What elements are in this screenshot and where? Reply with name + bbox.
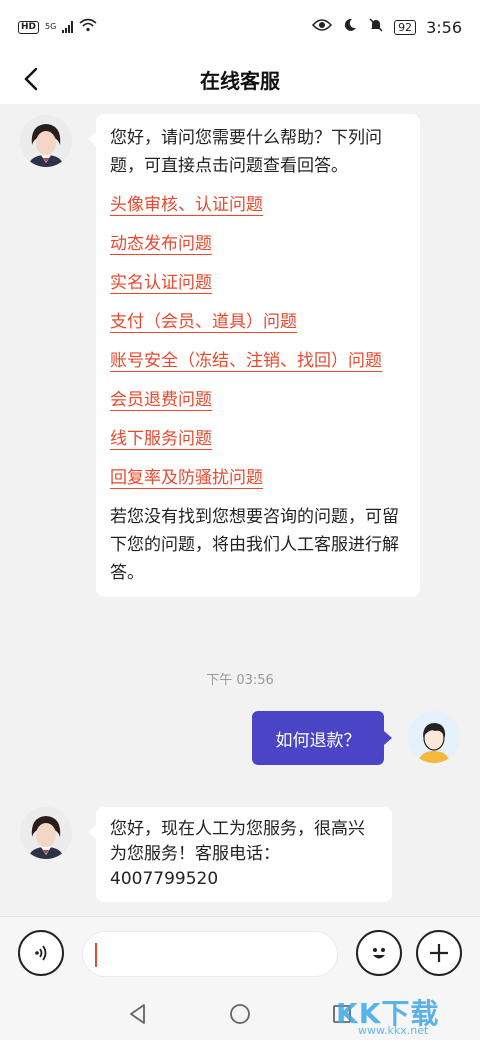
watermark-url: www.kkx.net — [358, 1024, 429, 1037]
agent-avatar — [20, 115, 72, 167]
voice-icon — [35, 945, 47, 961]
status-bar: HD 5G 92 3:56 — [0, 0, 480, 54]
agent-message-bubble: 您好，请问您需要什么帮助？下列问题，可直接点击问题查看回答。 头像审核、认证问题… — [88, 114, 420, 597]
page-title: 在线客服 — [200, 68, 280, 93]
chat-area[interactable]: 您好，请问您需要什么帮助？下列问题，可直接点击问题查看回答。 头像审核、认证问题… — [0, 104, 480, 916]
message-input[interactable] — [82, 931, 338, 977]
user-message-bubble: 如何退款？ — [252, 711, 392, 765]
input-bar — [0, 916, 480, 988]
nav-back-button[interactable] — [126, 1002, 150, 1026]
back-button[interactable] — [16, 64, 46, 94]
header: 在线客服 — [0, 54, 480, 104]
clock: 3:56 — [426, 17, 462, 37]
faq-link[interactable]: 支付（会员、道具）问题 — [110, 308, 406, 336]
message-text: 若您没有找到您想要咨询的问题，可留下您的问题，将由我们人工客服进行解答。 — [110, 507, 399, 583]
faq-link[interactable]: 线下服务问题 — [110, 425, 406, 453]
signal-icon — [62, 21, 74, 33]
triangle-back-icon — [130, 1004, 145, 1024]
circle-home-icon — [230, 1004, 250, 1024]
agent-avatar — [20, 807, 72, 859]
faq-link[interactable]: 账号安全（冻结、注销、找回）问题 — [110, 347, 406, 375]
battery-icon: 92 — [394, 19, 417, 35]
mute-bell-icon — [368, 17, 384, 37]
status-left: HD 5G — [18, 18, 97, 36]
faq-link[interactable]: 实名认证问题 — [110, 269, 406, 297]
more-button[interactable] — [416, 930, 462, 976]
network-label: 5G — [45, 22, 57, 31]
watermark-logo: KK下载 www.kkx.net — [332, 990, 472, 1038]
faq-link[interactable]: 会员退费问题 — [110, 386, 406, 414]
eye-icon — [312, 18, 333, 36]
emoji-button[interactable] — [356, 930, 402, 976]
message-timestamp: 下午 03:56 — [206, 673, 274, 688]
emoji-icon — [373, 948, 385, 959]
wifi-icon — [79, 18, 97, 36]
faq-link[interactable]: 头像审核、认证问题 — [110, 191, 406, 219]
message-text: 您好，请问您需要什么帮助？下列问题，可直接点击问题查看回答。 — [110, 128, 382, 176]
hd-badge: HD — [18, 20, 40, 34]
nav-home-button[interactable] — [228, 1002, 252, 1026]
faq-link[interactable]: 回复率及防骚扰问题 — [110, 464, 406, 492]
faq-link[interactable]: 动态发布问题 — [110, 230, 406, 258]
message-text: 如何退款？ — [275, 730, 361, 751]
moon-icon — [342, 17, 358, 37]
status-right: 92 3:56 — [312, 17, 462, 37]
system-nav-bar: KK下载 www.kkx.net — [0, 988, 480, 1040]
user-avatar — [408, 711, 460, 763]
voice-button[interactable] — [18, 930, 64, 976]
agent-message-bubble: 您好，现在人工为您服务，很高兴为您服务！客服电话：4007799520 — [88, 807, 392, 902]
message-text: 您好，现在人工为您服务，很高兴为您服务！客服电话：4007799520 — [110, 819, 365, 889]
plus-icon — [430, 944, 448, 962]
chevron-left-icon — [24, 67, 38, 91]
text-cursor — [95, 943, 97, 967]
